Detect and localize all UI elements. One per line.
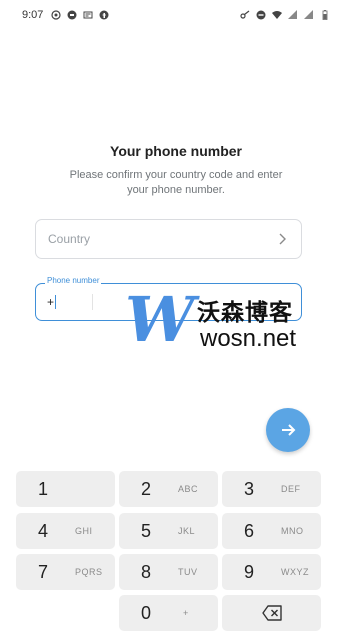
key-digit: 0 [140,603,151,623]
signal-icon [288,10,297,19]
key-1[interactable]: 1 [16,471,115,507]
dnd-icon [256,10,266,20]
watermark-site-text: wosn.net [200,325,297,352]
phone-number-label: Phone number [45,276,102,285]
page-title: Your phone number [110,143,242,159]
key-digit: 3 [243,479,254,499]
backspace-key[interactable] [222,595,321,631]
status-bar: 9:07 [0,0,352,30]
phone-number-field[interactable]: + [35,283,302,321]
numeric-keypad: 1 2 ABC 3 DEF 4 GHI 5 JKL 6 MNO 7 PQRS 8… [0,463,352,639]
status-left-icons [51,10,109,20]
status-right-icons [240,10,330,20]
chevron-right-icon [279,233,286,245]
notification-icon [83,11,93,19]
key-3[interactable]: 3 DEF [222,471,321,507]
key-5[interactable]: 5 JKL [119,513,218,549]
key-digit: 7 [37,562,48,582]
key-9[interactable]: 9 WXYZ [222,554,321,590]
key-2[interactable]: 2 ABC [119,471,218,507]
key-letters: WXYZ [281,567,309,577]
key-letters: DEF [281,484,301,494]
key-4[interactable]: 4 GHI [16,513,115,549]
key-digit: 9 [243,562,254,582]
key-letters: + [183,608,189,618]
key-8[interactable]: 8 TUV [119,554,218,590]
arrow-right-icon [282,424,296,436]
page-subtitle: Please confirm your country code and ent… [69,169,283,196]
key-digit: 4 [37,521,48,541]
wifi-icon [272,11,282,19]
key-letters: PQRS [75,567,103,577]
key-7[interactable]: 7 PQRS [16,554,115,590]
key-letters: MNO [281,526,304,536]
backspace-icon [262,605,282,621]
battery-icon [322,10,328,20]
country-code-input[interactable]: + [47,295,54,309]
key-digit: 8 [140,562,151,582]
country-placeholder: Country [48,232,91,246]
message-bubble-icon [67,10,77,20]
key-icon [240,10,250,19]
key-letters: TUV [178,567,198,577]
text-caret [55,295,57,309]
next-button[interactable] [266,408,310,452]
code-separator [92,294,94,310]
signal-icon-2 [304,10,313,19]
key-letters: GHI [75,526,93,536]
status-time: 9:07 [22,9,44,21]
key-letters: ABC [178,484,199,494]
country-field[interactable]: Country [35,219,302,259]
key-digit: 6 [243,521,254,541]
key-0[interactable]: 0 + [119,595,218,631]
whatsapp-icon [51,10,62,20]
key-digit: 2 [140,479,151,499]
key-digit: 5 [140,521,151,541]
key-6[interactable]: 6 MNO [222,513,321,549]
key-letters: JKL [178,526,196,536]
facebook-icon [99,10,109,20]
key-digit: 1 [37,479,48,499]
